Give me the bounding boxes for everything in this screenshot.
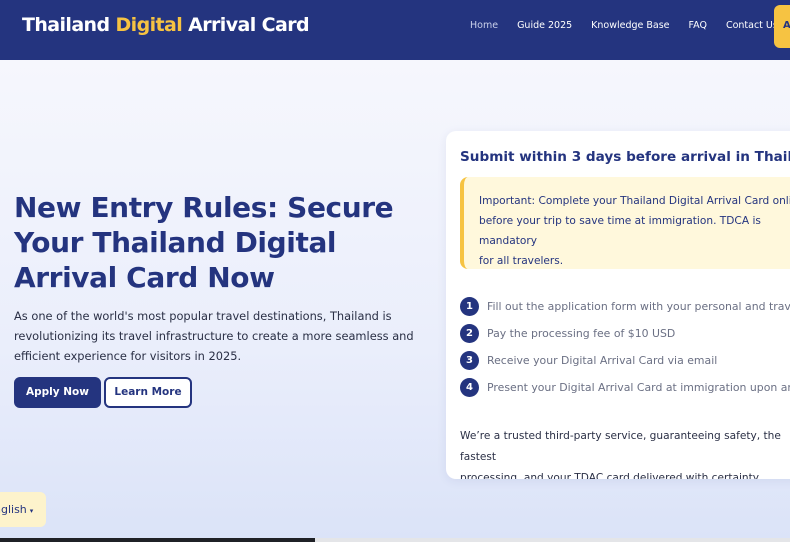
step-text: Receive your Digital Arrival Card via em… xyxy=(487,353,718,367)
notice-text: Important: Complete your Thailand Digita… xyxy=(479,195,790,267)
nav-apply-button[interactable]: A xyxy=(774,5,790,48)
step-number-badge: 1 xyxy=(460,296,479,316)
trust-statement: We’re a trusted third-party service, gua… xyxy=(460,430,781,479)
nav-links: Home Guide 2025 Knowledge Base FAQ Conta… xyxy=(460,20,790,31)
top-navbar: Thailand Digital Arrival Card Home Guide… xyxy=(0,0,790,60)
nav-home-link[interactable]: Home xyxy=(470,20,498,31)
bottom-strip-light-segment xyxy=(315,538,790,542)
chevron-down-icon: ▾ xyxy=(29,507,34,515)
logo-text-digital: Digital xyxy=(115,14,183,36)
bottom-strip-dark-segment xyxy=(0,538,315,542)
step-number-badge: 3 xyxy=(460,350,479,370)
card-title: Submit within 3 days before arrival in T… xyxy=(460,149,790,165)
bottom-edge-strip xyxy=(0,538,790,542)
site-logo[interactable]: Thailand Digital Arrival Card xyxy=(22,14,310,36)
nav-guide-link[interactable]: Guide 2025 xyxy=(517,20,572,31)
step-item: 2 Pay the processing fee of $10 USD xyxy=(460,323,676,343)
logo-text-thailand: Thailand xyxy=(22,14,116,36)
nav-faq-link[interactable]: FAQ xyxy=(689,20,707,31)
step-text: Present your Digital Arrival Card at imm… xyxy=(487,380,790,394)
step-number-badge: 4 xyxy=(460,377,479,397)
nav-contact-link[interactable]: Contact Us xyxy=(726,20,778,31)
step-text: Fill out the application form with your … xyxy=(487,299,790,313)
nav-knowledge-base-link[interactable]: Knowledge Base xyxy=(591,20,669,31)
step-number-badge: 2 xyxy=(460,323,479,343)
important-notice: Important: Complete your Thailand Digita… xyxy=(460,177,790,269)
step-item: 4 Present your Digital Arrival Card at i… xyxy=(460,377,790,397)
step-item: 1 Fill out the application form with you… xyxy=(460,296,790,316)
hero-paragraph: As one of the world's most popular trave… xyxy=(14,309,414,363)
submission-info-card: Submit within 3 days before arrival in T… xyxy=(446,131,790,479)
hero-headline: New Entry Rules: Secure Your Thailand Di… xyxy=(14,191,394,294)
language-selector[interactable]: nglish▾ xyxy=(0,492,46,527)
language-label: nglish xyxy=(0,503,27,516)
logo-text-arrival-card: Arrival Card xyxy=(182,14,309,36)
learn-more-button[interactable]: Learn More xyxy=(104,377,192,408)
step-text: Pay the processing fee of $10 USD xyxy=(487,326,676,340)
apply-now-button[interactable]: Apply Now xyxy=(14,377,101,408)
step-item: 3 Receive your Digital Arrival Card via … xyxy=(460,350,718,370)
